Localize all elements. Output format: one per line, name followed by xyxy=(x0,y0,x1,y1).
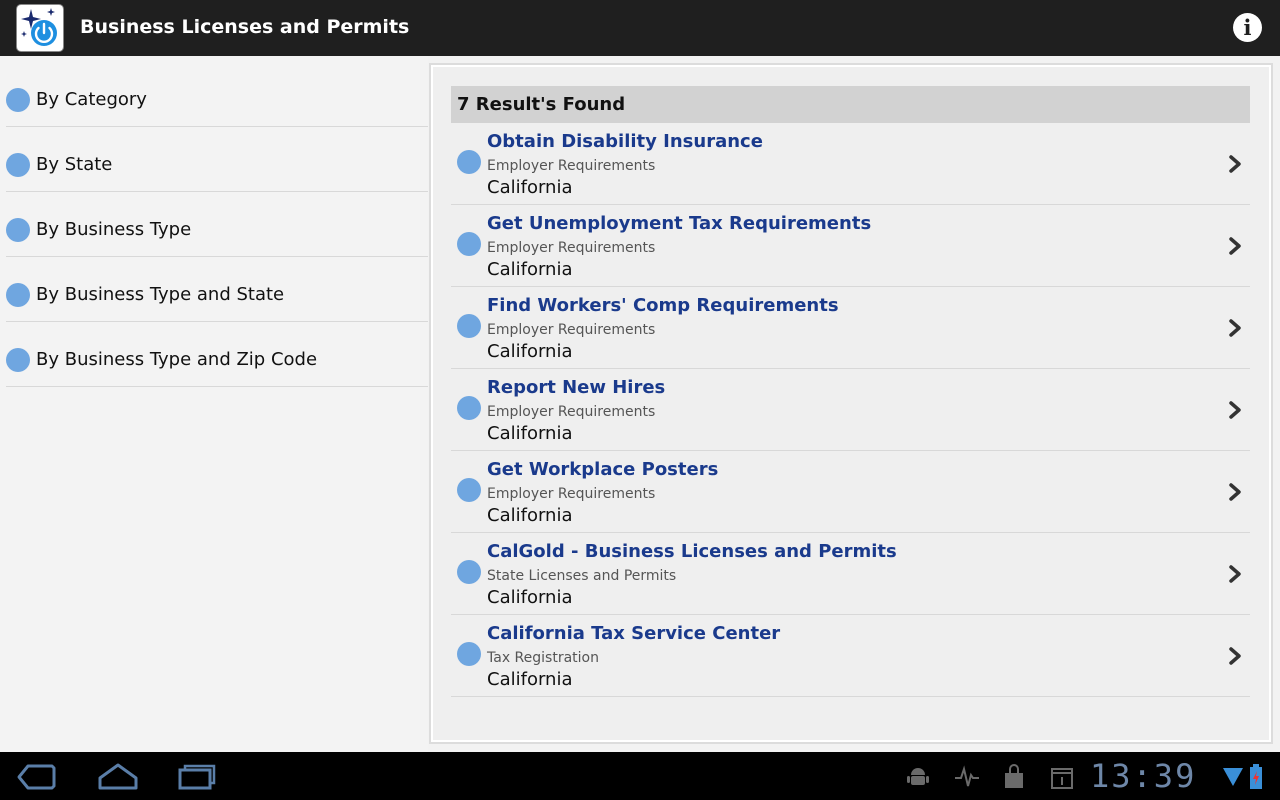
home-icon[interactable] xyxy=(96,762,140,792)
bullet-icon xyxy=(457,396,481,420)
chevron-right-icon xyxy=(1229,155,1241,173)
chevron-right-icon xyxy=(1229,319,1241,337)
shopping-bag-icon xyxy=(1005,764,1023,788)
result-title: Obtain Disability Insurance xyxy=(487,131,763,152)
result-location: California xyxy=(487,587,573,608)
app-title: Business Licenses and Permits xyxy=(80,16,410,38)
recent-apps-icon[interactable] xyxy=(176,762,218,792)
sidebar-item-label: By Business Type and State xyxy=(36,284,285,305)
result-location: California xyxy=(487,341,573,362)
chevron-right-icon xyxy=(1229,401,1241,419)
chevron-right-icon xyxy=(1229,647,1241,665)
action-bar: Business Licenses and Permits i xyxy=(0,0,1280,56)
sidebar-item-label: By State xyxy=(36,154,113,175)
sidebar-item-by-business-type-and-state[interactable]: By Business Type and State xyxy=(6,257,428,322)
info-icon[interactable]: i xyxy=(1233,13,1262,42)
bullet-icon xyxy=(6,283,30,307)
sidebar-item-by-state[interactable]: By State xyxy=(6,127,428,192)
sidebar-item-by-business-type-and-zip[interactable]: By Business Type and Zip Code xyxy=(6,322,428,387)
result-category: Employer Requirements xyxy=(487,158,656,174)
result-location: California xyxy=(487,177,573,198)
chevron-right-icon xyxy=(1229,565,1241,583)
result-category: Employer Requirements xyxy=(487,404,656,420)
android-debug-icon xyxy=(907,768,929,785)
sidebar-item-by-category[interactable]: By Category xyxy=(6,62,428,127)
bullet-icon xyxy=(457,314,481,338)
result-location: California xyxy=(487,505,573,526)
info-glyph: i xyxy=(1243,15,1252,40)
results-count-header: 7 Result's Found xyxy=(451,86,1250,123)
sidebar-item-by-business-type[interactable]: By Business Type xyxy=(6,192,428,257)
result-category: Employer Requirements xyxy=(487,486,656,502)
chevron-right-icon xyxy=(1229,483,1241,501)
result-title: Find Workers' Comp Requirements xyxy=(487,295,839,316)
result-item[interactable]: Get Workplace Posters Employer Requireme… xyxy=(451,451,1250,533)
result-item[interactable]: Obtain Disability Insurance Employer Req… xyxy=(451,123,1250,205)
result-item[interactable]: Report New Hires Employer Requirements C… xyxy=(451,369,1250,451)
result-category: Employer Requirements xyxy=(487,322,656,338)
result-category: Tax Registration xyxy=(487,650,599,666)
system-nav-bar xyxy=(0,752,1280,800)
back-icon[interactable] xyxy=(16,762,58,792)
result-item[interactable]: Find Workers' Comp Requirements Employer… xyxy=(451,287,1250,369)
sidebar-item-label: By Category xyxy=(36,89,147,110)
result-item[interactable]: California Tax Service Center Tax Regist… xyxy=(451,615,1250,697)
search-options-panel: By Category By State By Business Type By… xyxy=(0,56,428,752)
battery-icon xyxy=(1250,764,1262,789)
bullet-icon xyxy=(6,88,30,112)
bullet-icon xyxy=(6,348,30,372)
results-count: 7 Result's Found xyxy=(457,94,626,115)
result-item[interactable]: Get Unemployment Tax Requirements Employ… xyxy=(451,205,1250,287)
result-title: California Tax Service Center xyxy=(487,623,781,644)
result-title: Report New Hires xyxy=(487,377,666,398)
sidebar-item-label: By Business Type xyxy=(36,219,192,240)
app-logo-icon[interactable] xyxy=(17,5,63,51)
bullet-icon xyxy=(457,150,481,174)
bullet-icon xyxy=(457,478,481,502)
bullet-icon xyxy=(6,218,30,242)
result-location: California xyxy=(487,423,573,444)
result-title: CalGold - Business Licenses and Permits xyxy=(487,541,897,562)
bullet-icon xyxy=(457,642,481,666)
calendar-icon xyxy=(1051,768,1073,789)
result-title: Get Unemployment Tax Requirements xyxy=(487,213,872,234)
bullet-icon xyxy=(457,560,481,584)
sidebar-item-label: By Business Type and Zip Code xyxy=(36,349,318,370)
result-location: California xyxy=(487,259,573,280)
result-title: Get Workplace Posters xyxy=(487,459,719,480)
chevron-right-icon xyxy=(1229,237,1241,255)
result-item[interactable]: CalGold - Business Licenses and Permits … xyxy=(451,533,1250,615)
result-location: California xyxy=(487,669,573,690)
bullet-icon xyxy=(6,153,30,177)
activity-icon xyxy=(955,765,979,787)
result-category: Employer Requirements xyxy=(487,240,656,256)
wifi-icon xyxy=(1223,768,1243,786)
bullet-icon xyxy=(457,232,481,256)
status-clock: 13:39 xyxy=(1090,757,1197,795)
result-category: State Licenses and Permits xyxy=(487,568,677,584)
